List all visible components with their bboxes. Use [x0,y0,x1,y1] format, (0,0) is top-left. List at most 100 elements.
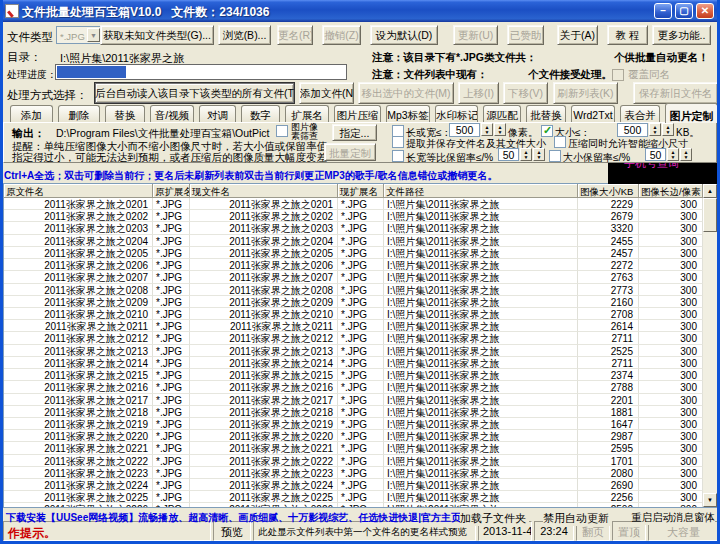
method-button[interactable]: 下移(V) [503,82,548,104]
sizeratio-checkbox[interactable] [549,150,561,162]
tab[interactable]: 对调 [199,105,236,122]
tab[interactable]: 替换 [105,105,145,122]
cell-new-ext: *.JPG [338,296,384,308]
table-row[interactable]: 2011张家界之旅之0225 *.JPG 2011张家界之旅之0225 *.JP… [4,491,717,503]
scroll-down-icon[interactable]: ▼ [703,493,717,507]
table-row[interactable]: 2011张家界之旅之0204 *.JPG 2011张家界之旅之0204 *.JP… [4,235,717,247]
vertical-scrollbar[interactable]: ▲ ▼ [703,184,717,507]
table-row[interactable]: 2011张家界之旅之0226 *.JPG 2011张家界之旅之0226 *.JP… [4,503,717,508]
chevron-down-icon[interactable]: ▼ [87,28,100,42]
table-row[interactable]: 2011张家界之旅之0214 *.JPG 2011张家界之旅之0214 *.JP… [4,357,717,369]
table-row[interactable]: 2011张家界之旅之0206 *.JPG 2011张家界之旅之0206 *.JP… [4,259,717,271]
tab[interactable]: 源匹配 [483,105,521,122]
minimize-button[interactable]: – [654,3,672,19]
tab[interactable]: 图片定制 [665,103,718,123]
method-button[interactable]: 移出选中的文件(M) [358,82,454,104]
smart-shrink-checkbox[interactable] [554,136,566,148]
table-row[interactable]: 2011张家界之旅之0208 *.JPG 2011张家界之旅之0208 *.JP… [4,284,717,296]
specify-button[interactable]: 指定... [332,124,377,141]
maximize-button[interactable]: ▢ [675,3,693,19]
tab[interactable]: 删除 [58,105,100,122]
col-new-ext[interactable]: 现扩展名 [338,184,384,198]
tab[interactable]: 音/视频 [150,105,194,122]
col-new-name[interactable]: 现文件名 [190,184,338,198]
toolbar-button[interactable]: 教 程 [607,25,648,45]
cell-longside: 300 [639,369,703,381]
toolbar-button[interactable]: 更新(U) [453,25,498,45]
table-row[interactable]: 2011张家界之旅之0212 *.JPG 2011张家界之旅之0212 *.JP… [4,332,717,344]
table-row[interactable]: 2011张家界之旅之0210 *.JPG 2011张家界之旅之0210 *.JP… [4,308,717,320]
toolbar-button[interactable]: 关于(A) [557,25,598,45]
ratio-input[interactable]: 50 [498,148,519,161]
method-button[interactable]: 后台自动读入该目录下该类型的所有文件(T) [94,82,295,104]
cell-orig-name: 2011张家界之旅之0210 [4,308,153,320]
scroll-up-icon[interactable]: ▲ [703,184,717,198]
sizeratio-input[interactable]: 50 [645,148,666,161]
toolbar-button[interactable]: 更名(R) [277,25,313,45]
table-row[interactable]: 2011张家界之旅之0220 *.JPG 2011张家界之旅之0220 *.JP… [4,430,717,442]
cell-new-ext: *.JPG [338,284,384,296]
col-orig-ext[interactable]: 原扩展名 [153,184,190,198]
table-row[interactable]: 2011张家界之旅之0205 *.JPG 2011张家界之旅之0205 *.JP… [4,247,717,259]
cell-path: I:\照片集\2011张家界之旅 [384,332,578,344]
method-button[interactable]: 添加文件(N) [299,82,354,104]
col-size[interactable]: 图像大小/KB [578,184,639,198]
table-row[interactable]: 2011张家界之旅之0213 *.JPG 2011张家界之旅之0213 *.JP… [4,345,717,357]
cell-new-name: 2011张家界之旅之0202 [190,210,338,222]
method-button[interactable]: 上移(I) [458,82,499,104]
toolbar-button[interactable]: 撤销(Z) [322,25,361,45]
spinner-icon[interactable]: ▲▼ [533,148,545,161]
col-path[interactable]: 文件路径 [384,184,578,198]
table-row[interactable]: 2011张家界之旅之0207 *.JPG 2011张家界之旅之0207 *.JP… [4,271,717,283]
tab[interactable]: 扩展名 [285,105,329,122]
ad-link[interactable]: 下载安装【UUSee网络视频】流畅播放、超高清晰、画质细腻、十万影视综艺、任选快… [6,511,481,525]
table-row[interactable]: 2011张家界之旅之0209 *.JPG 2011张家界之旅之0209 *.JP… [4,296,717,308]
toolbar-button[interactable]: 设为默认(D) [370,25,438,45]
table-row[interactable]: 2011张家界之旅之0201 *.JPG 2011张家界之旅之0201 *.JP… [4,198,717,210]
tab[interactable]: 数字 [241,105,280,122]
table-row[interactable]: 2011张家界之旅之0224 *.JPG 2011张家界之旅之0224 *.JP… [4,479,717,491]
table-row[interactable]: 2011张家界之旅之0215 *.JPG 2011张家界之旅之0215 *.JP… [4,369,717,381]
spinner-icon[interactable]: ▲▼ [520,148,532,161]
table-row[interactable]: 2011张家界之旅之0223 *.JPG 2011张家界之旅之0223 *.JP… [4,467,717,479]
toolbar-button[interactable]: 获取未知文件类型(G)... [100,25,214,45]
table-row[interactable]: 2011张家界之旅之0203 *.JPG 2011张家界之旅之0203 *.JP… [4,222,717,234]
table-row[interactable]: 2011张家界之旅之0216 *.JPG 2011张家界之旅之0216 *.JP… [4,381,717,393]
tab[interactable]: 水印标记 [435,105,478,122]
cell-size: 2595 [578,442,639,454]
pixel-filter-checkbox[interactable] [276,125,288,137]
col-longside[interactable]: 图像长边/像素 [639,184,703,198]
tab[interactable]: 图片压缩 [334,105,381,122]
overwrite-checkbox[interactable] [612,69,624,81]
tab-panel: 输出： D:\Program Files\文件批量处理百宝箱\OutPict 图… [3,122,717,163]
table-row[interactable]: 2011张家界之旅之0202 *.JPG 2011张家界之旅之0202 *.JP… [4,210,717,222]
scroll-thumb[interactable] [703,198,717,232]
table-row[interactable]: 2011张家界之旅之0218 *.JPG 2011张家界之旅之0218 *.JP… [4,406,717,418]
cell-longside: 300 [639,247,703,259]
tab[interactable]: 添加 [10,105,53,122]
tab[interactable]: 表合并 [620,105,660,122]
extract-checkbox[interactable] [392,136,404,148]
table-row[interactable]: 2011张家界之旅之0211 *.JPG 2011张家界之旅之0211 *.JP… [4,320,717,332]
close-button[interactable]: ✕ [696,3,714,19]
table-row[interactable]: 2011张家界之旅之0219 *.JPG 2011张家界之旅之0219 *.JP… [4,418,717,430]
toolbar-button[interactable]: 更多功能.. [652,25,711,45]
cell-size: 2455 [578,235,639,247]
spinner-icon[interactable]: ▲▼ [680,148,692,161]
batch-customize-button[interactable]: 批量定制 [324,143,376,161]
title-bar: 文件批量处理百宝箱V10.0 文件数：234/1036 – ▢ ✕ [0,0,720,22]
toolbar-button[interactable]: 浏览(B)... [218,25,271,45]
tab[interactable]: Wrd2Txt [571,105,615,122]
ratio-checkbox[interactable] [392,150,404,162]
table-row[interactable]: 2011张家界之旅之0217 *.JPG 2011张家界之旅之0217 *.JP… [4,394,717,406]
file-type-combobox[interactable]: *.JPG ▼ [56,26,102,44]
col-orig-name[interactable]: 原文件名 [4,184,153,198]
spinner-icon[interactable]: ▲▼ [667,148,679,161]
toolbar-button[interactable]: 已赞助 [507,25,544,45]
tab[interactable]: 批替换 [526,105,566,122]
table-row[interactable]: 2011张家界之旅之0221 *.JPG 2011张家界之旅之0221 *.JP… [4,442,717,454]
table-row[interactable]: 2011张家界之旅之0222 *.JPG 2011张家界之旅之0222 *.JP… [4,455,717,467]
method-button[interactable]: 刷新列表(K) [553,82,618,104]
method-button[interactable]: 保存新旧文件名 [633,82,718,104]
tab[interactable]: Mp3标签 [386,105,430,122]
